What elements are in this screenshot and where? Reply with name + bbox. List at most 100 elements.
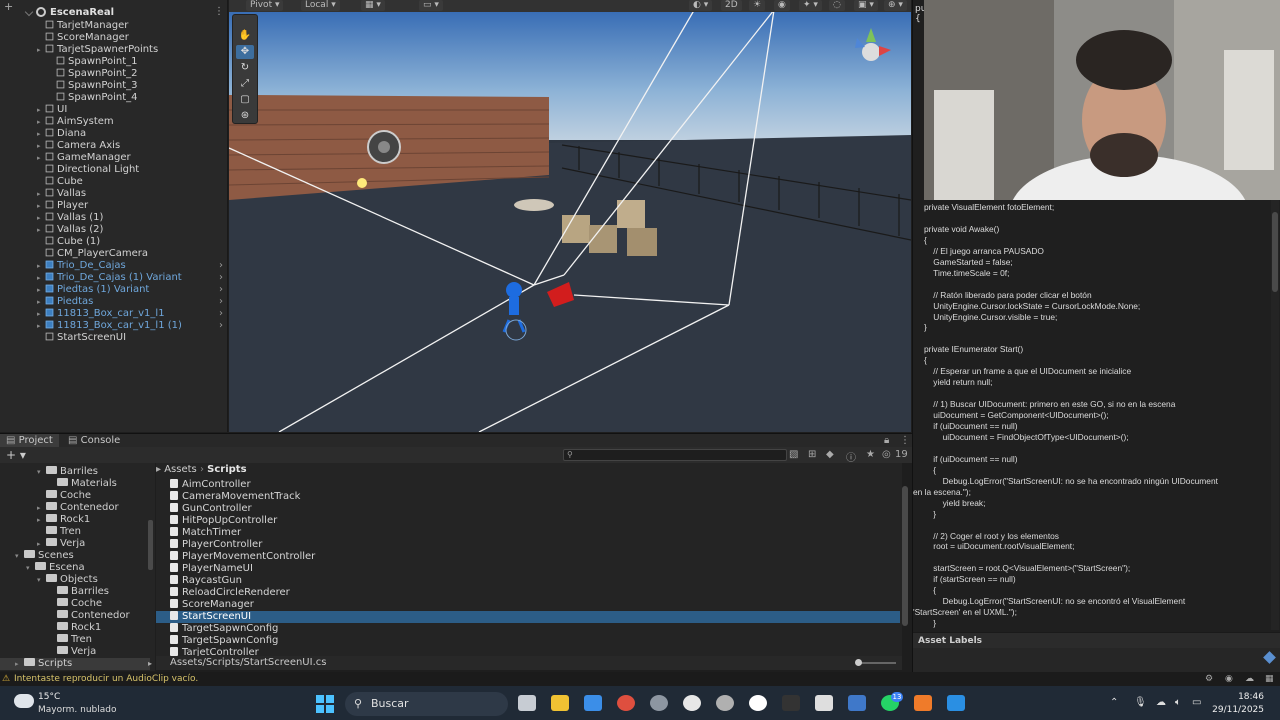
script-file-item[interactable]: TargetSpawnConfig — [156, 635, 900, 647]
folder-item[interactable]: ▸ Verja — [37, 538, 85, 550]
script-file-item[interactable]: ReloadCircleRenderer — [156, 587, 900, 599]
file-explorer-icon[interactable] — [551, 695, 569, 711]
expand-arrow-icon[interactable]: ▸ — [37, 296, 45, 308]
hierarchy-item[interactable]: ScoreManager — [37, 32, 129, 44]
hierarchy-item[interactable]: Cube — [37, 176, 83, 188]
code-line[interactable]: startScreen = root.Q<VisualElement>("Sta… — [924, 563, 1130, 574]
code-line[interactable]: Debug.LogError("StartScreenUI: no se enc… — [924, 596, 1186, 607]
code-line[interactable]: } — [924, 322, 927, 333]
code-scrollbar[interactable] — [1271, 200, 1279, 630]
hierarchy-item[interactable]: ▸ Piedtas (1) Variant › — [37, 284, 223, 296]
script-file-item[interactable]: PlayerController — [156, 539, 900, 551]
move-tool-icon[interactable]: ✥ — [236, 45, 254, 59]
hierarchy-item[interactable]: ▸ Trio_De_Cajas › — [37, 260, 223, 272]
expand-arrow-icon[interactable]: ▸ — [37, 104, 45, 116]
code-line[interactable]: // Ratón liberado para poder clicar el b… — [924, 290, 1091, 301]
code-line[interactable]: // 1) Buscar UIDocument: primero en este… — [924, 399, 1175, 410]
camera-icon[interactable]: ▣ ▾ — [854, 0, 878, 11]
store-icon[interactable] — [584, 695, 602, 711]
clock-time[interactable]: 18:46 — [1232, 692, 1264, 702]
hierarchy-item[interactable]: SpawnPoint_1 — [48, 56, 138, 68]
script-file-item[interactable]: StartScreenUI — [156, 611, 900, 623]
expand-arrow-icon[interactable]: ▸ — [37, 188, 45, 200]
local-dropdown[interactable]: Local ▾ — [301, 0, 340, 11]
status-message[interactable]: Intentaste reproducir un AudioClip vacío… — [14, 674, 198, 684]
code-line[interactable]: en la escena."); — [913, 487, 971, 498]
code-line[interactable]: GameStarted = false; — [924, 257, 1012, 268]
hierarchy-item[interactable]: ▸ Piedtas › — [37, 296, 223, 308]
folder-item[interactable]: Coche — [48, 598, 102, 610]
expand-arrow-icon[interactable]: ▸ — [37, 116, 45, 128]
hierarchy-item[interactable]: Cube (1) — [37, 236, 100, 248]
prefab-open-icon[interactable]: › — [219, 284, 223, 296]
expand-arrow-icon[interactable]: ▸ — [37, 224, 45, 236]
increment-snap-icon[interactable]: ▭ ▾ — [419, 0, 443, 11]
code-line[interactable]: { — [924, 465, 936, 476]
script-file-item[interactable]: CameraMovementTrack — [156, 491, 900, 503]
hierarchy-item[interactable]: Directional Light — [37, 164, 139, 176]
media-player-icon[interactable] — [749, 695, 767, 711]
code-line[interactable]: { — [924, 355, 927, 366]
project-search-input[interactable]: ⚲ — [563, 449, 787, 461]
scrollbar-thumb[interactable] — [1272, 212, 1278, 292]
code-line[interactable]: { — [924, 235, 927, 246]
gizmos-icon[interactable]: ⊕ ▾ — [884, 0, 907, 11]
code-line[interactable]: uiDocument = FindObjectOfType<UIDocument… — [924, 432, 1129, 443]
hierarchy-item[interactable]: ▸ Trio_De_Cajas (1) Variant › — [37, 272, 223, 284]
clock-date[interactable]: 29/11/2025 — [1210, 705, 1264, 715]
folder-item[interactable]: ▸ Scripts — [0, 658, 150, 670]
chrome-icon[interactable] — [617, 695, 635, 711]
prefab-open-icon[interactable]: › — [219, 272, 223, 284]
settings-icon[interactable] — [650, 695, 668, 711]
toggle-2d-button[interactable]: 2D — [721, 0, 742, 11]
photos-icon[interactable] — [848, 695, 866, 711]
folder-expand-icon[interactable]: ▾ — [26, 562, 35, 574]
folder-expand-icon[interactable]: ▸ — [37, 538, 46, 550]
hierarchy-item[interactable]: ▸ UI — [37, 104, 67, 116]
code-line[interactable]: uiDocument = GetComponent<UIDocument>(); — [924, 410, 1108, 421]
hierarchy-item[interactable]: TarjetManager — [37, 20, 128, 32]
hierarchy-item[interactable]: ▸ Diana — [37, 128, 86, 140]
hierarchy-item[interactable]: ▸ Player — [37, 200, 88, 212]
script-file-item[interactable]: MatchTimer — [156, 527, 900, 539]
folder-expand-icon[interactable]: ▸ — [15, 658, 24, 670]
status-icon-3[interactable]: ☁ — [1245, 672, 1254, 686]
audio-icon[interactable]: ◉ — [774, 0, 790, 11]
weather-temp[interactable]: 15°C — [38, 692, 60, 702]
code-line[interactable]: UnityEngine.Cursor.visible = true; — [924, 312, 1057, 323]
volume-icon[interactable]: 🔈︎ — [1175, 697, 1181, 708]
breadcrumb-root[interactable]: Assets — [164, 464, 197, 475]
folder-item[interactable]: ▾ Barriles — [37, 466, 98, 478]
tray-chevron-icon[interactable]: ⌃ — [1110, 697, 1118, 708]
unity-editor-icon[interactable] — [815, 695, 833, 711]
code-line[interactable]: root = uiDocument.rootVisualElement; — [924, 541, 1074, 552]
folder-item[interactable]: Tren — [48, 634, 92, 646]
hierarchy-item[interactable]: CM_PlayerCamera — [37, 248, 148, 260]
hierarchy-item[interactable]: ▸ Vallas (1) — [37, 212, 103, 224]
search-by-label-icon[interactable]: ⊞ — [808, 449, 816, 460]
filter-icon[interactable]: ◆ — [826, 449, 834, 460]
grid-snap-icon[interactable]: ▦ ▾ — [361, 0, 385, 11]
draw-mode-icon[interactable]: ◐ ▾ — [689, 0, 713, 11]
prefab-open-icon[interactable]: › — [219, 320, 223, 332]
status-icon-1[interactable]: ⚙ — [1205, 672, 1213, 686]
expand-arrow-icon[interactable]: ▸ — [37, 272, 45, 284]
folder-expand-icon[interactable]: ▸ — [37, 514, 46, 526]
script-file-item[interactable]: RaycastGun — [156, 575, 900, 587]
code-line[interactable]: private VisualElement fotoElement; — [924, 202, 1054, 213]
expand-arrow-icon[interactable]: ▸ — [37, 284, 45, 296]
prefab-open-icon[interactable]: › — [219, 308, 223, 320]
code-line[interactable]: if (startScreen == null) — [924, 574, 1015, 585]
expand-arrow-icon[interactable]: ▸ — [37, 140, 45, 152]
status-icon-2[interactable]: ◉ — [1225, 672, 1233, 686]
create-button[interactable]: + ▾ — [6, 448, 26, 462]
folder-item[interactable]: Contenedor — [48, 610, 130, 622]
hierarchy-item[interactable]: SpawnPoint_3 — [48, 80, 138, 92]
script-file-item[interactable]: AimController — [156, 479, 900, 491]
expand-arrow-icon[interactable]: ▸ — [37, 260, 45, 272]
battery-icon[interactable]: ▭ — [1192, 697, 1201, 708]
folder-expand-icon[interactable]: ▾ — [37, 466, 46, 478]
zoom-slider-handle[interactable] — [855, 659, 862, 666]
folder-expand-icon[interactable]: ▾ — [15, 550, 24, 562]
hierarchy-item[interactable]: ▸ GameManager — [37, 152, 131, 164]
